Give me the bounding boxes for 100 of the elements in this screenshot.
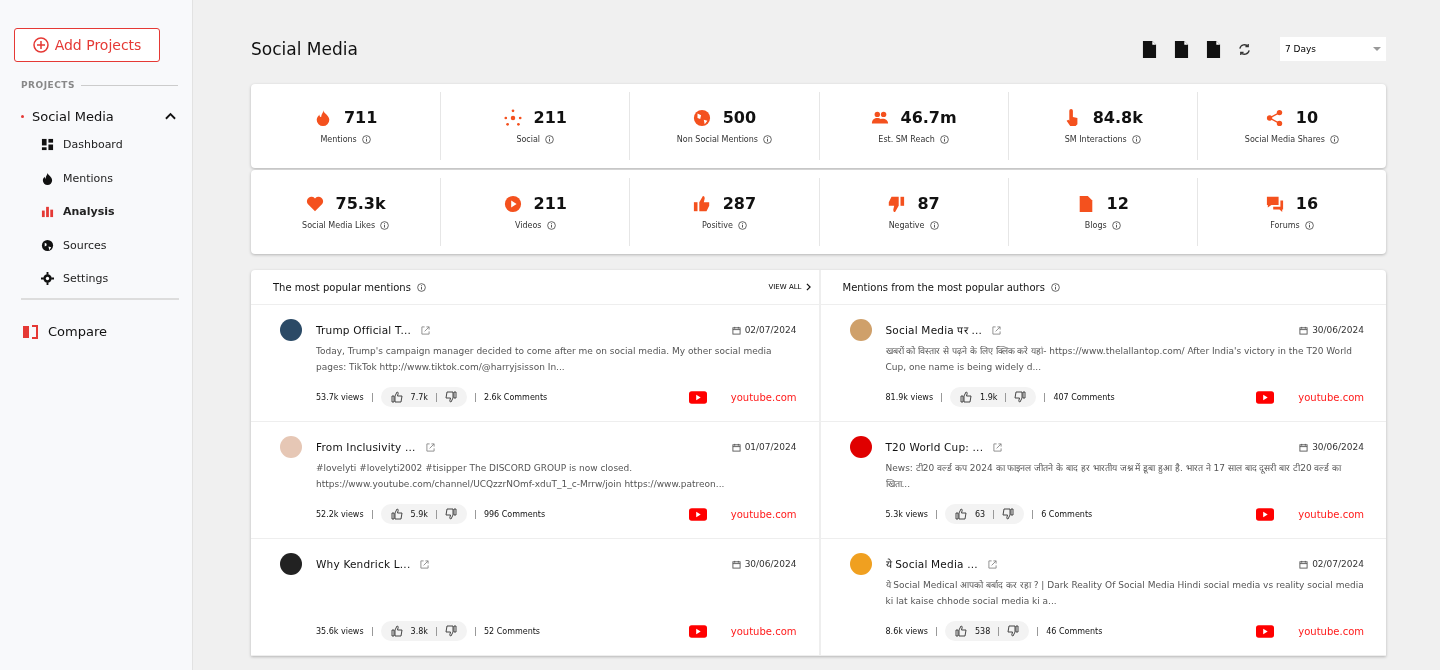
- stat-label: Social Media Likes: [302, 221, 376, 230]
- stat-value: 211: [533, 194, 567, 213]
- mention-title[interactable]: From Inclusivity ...: [316, 441, 416, 453]
- bar-chart-icon: [41, 205, 54, 219]
- mention-text: #lovelyti #lovelyti2002 #tisipper The DISCORD GROUP is now closed. https://www.youtube.com/channel/UCQzzrNOmf-xduT_1_c-Mrrw/join https://www.patreon...: [316, 462, 726, 491]
- external-link-icon[interactable]: [987, 559, 997, 569]
- thumbs-down-icon[interactable]: [1002, 508, 1015, 520]
- stat-value: 84.8k: [1092, 108, 1143, 127]
- thumbs-down-icon[interactable]: [1014, 391, 1027, 403]
- thumbs-up-icon[interactable]: [960, 391, 973, 403]
- views-count: 53.7k views: [316, 392, 364, 402]
- thumbs-down-icon: [887, 194, 906, 213]
- source-link[interactable]: youtube.com: [730, 508, 797, 520]
- network-icon: [503, 108, 522, 127]
- panel-title: The most popular mentions: [273, 281, 411, 293]
- play-button-icon: [1256, 390, 1275, 404]
- sidebar-item[interactable]: Settings: [14, 262, 178, 296]
- stat-label: Mentions: [320, 135, 357, 144]
- external-link-icon[interactable]: [420, 559, 430, 569]
- play-button-icon: [688, 624, 707, 638]
- project-item[interactable]: Social Media: [14, 104, 178, 128]
- mention-title[interactable]: Trump Official T...: [316, 324, 411, 336]
- info-icon[interactable]: [545, 135, 555, 144]
- info-icon[interactable]: [380, 221, 390, 230]
- section-label: PROJECTS: [21, 80, 75, 90]
- external-link-icon[interactable]: [425, 442, 435, 452]
- thumbs-up-icon[interactable]: [955, 625, 967, 637]
- source-link[interactable]: youtube.com: [730, 625, 797, 637]
- thumbs-up-icon[interactable]: [390, 508, 403, 520]
- chevron-icon: [805, 283, 811, 291]
- thumbs-down-icon[interactable]: [1007, 625, 1020, 637]
- source-link[interactable]: youtube.com: [730, 391, 797, 403]
- comments-count: 52 Comments: [483, 626, 541, 636]
- chevron-icon[interactable]: [165, 112, 176, 120]
- stat-label: Est. SM Reach: [878, 135, 935, 144]
- plus-circle-icon: [32, 37, 49, 53]
- info-icon[interactable]: [1050, 282, 1060, 292]
- stat-value: 16: [1295, 194, 1319, 213]
- thumbs-up-icon[interactable]: [955, 508, 967, 520]
- external-link-icon[interactable]: [992, 325, 1001, 335]
- page-title: Social Media: [251, 39, 359, 59]
- sidebar-item[interactable]: Sources: [14, 228, 178, 262]
- sidebar-item[interactable]: Dashboard: [14, 128, 178, 162]
- compare-link[interactable]: Compare: [14, 323, 178, 340]
- stat-value: 287: [722, 194, 757, 213]
- info-icon[interactable]: [1329, 135, 1339, 144]
- mention-date: 02/07/2024: [744, 325, 797, 335]
- thumbs-down-icon[interactable]: [444, 508, 457, 520]
- stat-value: 211: [533, 108, 567, 127]
- info-icon[interactable]: [737, 221, 747, 230]
- flame-icon: [41, 171, 54, 185]
- comments-count: 996 Comments: [483, 509, 546, 519]
- calendar-icon: [731, 559, 741, 569]
- refresh-icon[interactable]: [1238, 42, 1251, 56]
- external-link-icon[interactable]: [421, 325, 430, 335]
- calendar-icon: [731, 442, 741, 452]
- info-icon[interactable]: [416, 282, 426, 292]
- stat-value: 500: [722, 108, 757, 127]
- chat-icon: [1265, 194, 1284, 213]
- info-icon[interactable]: [763, 135, 772, 144]
- thumbs-up-icon[interactable]: [390, 625, 403, 637]
- thumbs-down-icon[interactable]: [444, 625, 457, 637]
- period-dropdown[interactable]: 7 Days: [1280, 37, 1386, 61]
- mention-title[interactable]: ये Social Media ...: [885, 557, 978, 571]
- compare-icon: [22, 323, 38, 340]
- mention-title[interactable]: T20 World Cup: ...: [885, 441, 984, 453]
- panel-title: Mentions from the most popular authors: [842, 281, 1045, 293]
- calendar-icon: [731, 325, 741, 335]
- info-icon[interactable]: [1304, 221, 1314, 230]
- stat-label: Videos: [514, 221, 542, 230]
- stat-value: 12: [1106, 194, 1129, 213]
- comments-count: 46 Comments: [1046, 626, 1103, 636]
- info-icon[interactable]: [546, 221, 556, 230]
- stat-label: Social: [516, 135, 541, 144]
- play-button-icon: [1256, 507, 1275, 521]
- info-icon[interactable]: [939, 135, 949, 144]
- likes-count: 7.7k: [410, 392, 428, 402]
- file-icon[interactable]: [1206, 39, 1221, 59]
- add-projects-button[interactable]: Add Projects: [14, 28, 160, 62]
- thumbs-down-icon[interactable]: [444, 391, 457, 403]
- info-icon[interactable]: [361, 135, 371, 144]
- source-link[interactable]: youtube.com: [1298, 391, 1364, 403]
- info-icon[interactable]: [1131, 135, 1141, 144]
- mention-date: 02/07/2024: [1312, 559, 1364, 569]
- info-icon[interactable]: [929, 221, 939, 230]
- sidebar-item[interactable]: Mentions: [14, 161, 178, 195]
- mention-title[interactable]: Social Media पर ...: [885, 323, 982, 337]
- heart-icon: [305, 194, 324, 213]
- info-icon[interactable]: [1111, 221, 1121, 230]
- sidebar-item[interactable]: Analysis: [14, 195, 178, 229]
- play-button-icon: [688, 390, 707, 404]
- mention-date: 30/06/2024: [744, 559, 797, 569]
- source-link[interactable]: youtube.com: [1298, 625, 1364, 637]
- source-link[interactable]: youtube.com: [1298, 508, 1364, 520]
- mention-title[interactable]: Why Kendrick L...: [316, 558, 411, 570]
- views-count: 35.6k views: [316, 626, 364, 636]
- globe-icon: [692, 108, 711, 127]
- external-link-icon[interactable]: [993, 442, 1003, 452]
- share-icon: [1265, 108, 1284, 127]
- thumbs-up-icon[interactable]: [390, 391, 403, 403]
